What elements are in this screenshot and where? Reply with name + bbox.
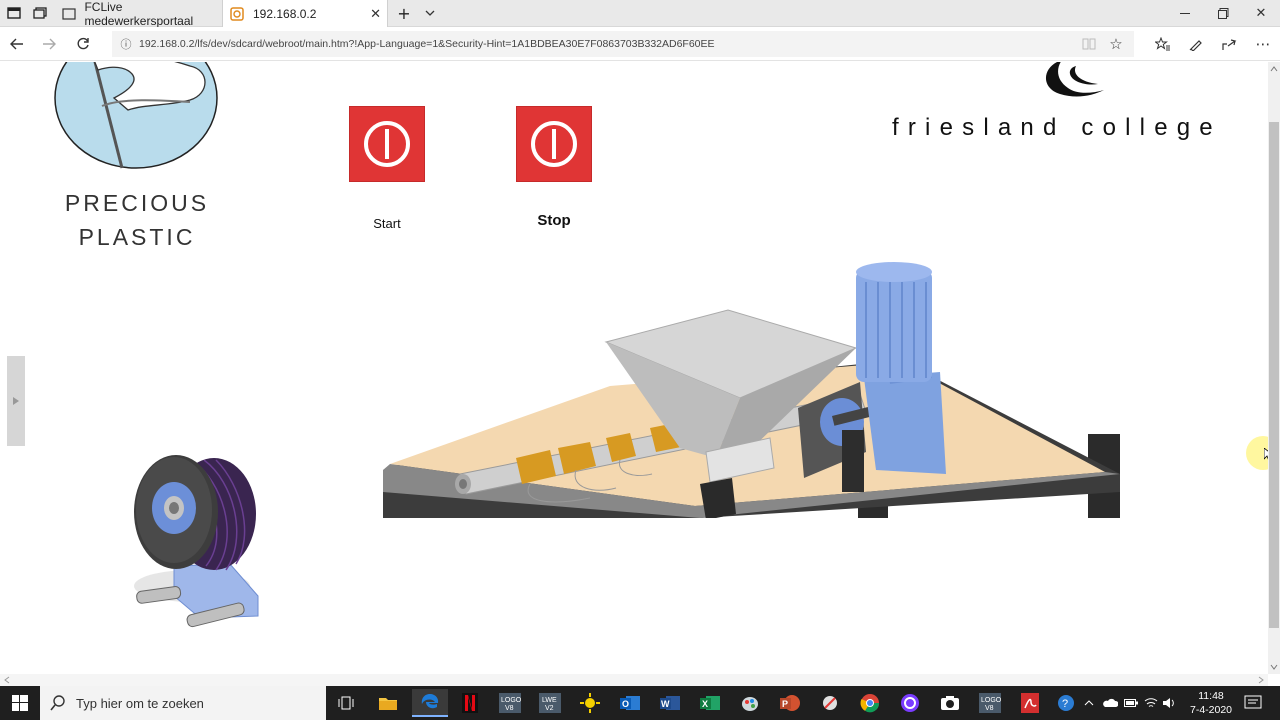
side-panel-handle[interactable]	[7, 356, 25, 446]
notifications-icon[interactable]	[1244, 686, 1262, 720]
help-icon[interactable]: ?	[1056, 686, 1076, 720]
browser-navbar: ⓘ 192.168.0.2/lfs/dev/sdcard/webroot/mai…	[0, 27, 1280, 61]
scroll-right-icon[interactable]	[1256, 674, 1266, 686]
restore-icon[interactable]	[1204, 0, 1242, 27]
new-tab-icon[interactable]: +	[394, 4, 414, 23]
svg-text:O: O	[622, 699, 629, 709]
file-explorer-icon[interactable]	[370, 689, 406, 717]
vertical-scrollbar[interactable]	[1268, 62, 1280, 674]
search-icon	[50, 695, 65, 711]
info-icon[interactable]: ⓘ	[113, 36, 139, 52]
filament-spooler-illustration	[130, 446, 270, 636]
windows-taskbar: Typ hier om te zoeken LOGO V8 LWE V2 O W X…	[0, 686, 1280, 720]
browser-titlebar: FCLive medewerkersportaal 192.168.0.2 ✕ …	[0, 0, 1280, 28]
refresh-icon[interactable]	[72, 34, 94, 54]
chevron-up-icon[interactable]	[1084, 686, 1094, 720]
precious-plastic-logo	[50, 62, 226, 172]
outlook-icon[interactable]: O	[612, 689, 648, 717]
netflix-icon[interactable]	[452, 689, 488, 717]
logo-v8-icon[interactable]: LOGO V8	[492, 689, 528, 717]
sun-app-icon[interactable]	[572, 689, 608, 717]
tabs-aside-icon[interactable]	[30, 4, 50, 22]
tab-fclive[interactable]: FCLive medewerkersportaal	[56, 0, 220, 28]
url-text: 192.168.0.2/lfs/dev/sdcard/webroot/main.…	[139, 38, 715, 50]
paint-icon[interactable]	[732, 689, 768, 717]
camera-icon[interactable]	[932, 689, 968, 717]
search-placeholder: Typ hier om te zoeken	[76, 695, 204, 711]
back-icon[interactable]	[6, 34, 28, 54]
pen-icon[interactable]	[1185, 34, 1207, 54]
chrome-icon[interactable]	[852, 689, 888, 717]
lwe-v2-icon[interactable]: LWE V2	[532, 689, 568, 717]
obs-icon[interactable]	[892, 689, 928, 717]
start-button[interactable]	[349, 106, 425, 182]
svg-text:W: W	[661, 699, 670, 709]
reading-view-icon[interactable]	[1078, 34, 1100, 54]
stop-button[interactable]	[516, 106, 592, 182]
svg-text:LWE: LWE	[542, 697, 557, 704]
clock-time: 11:48	[1198, 690, 1224, 702]
svg-text:V2: V2	[545, 705, 554, 712]
snip-sketch-icon[interactable]	[812, 689, 848, 717]
svg-text:V8: V8	[505, 705, 514, 712]
friesland-college-mark	[1036, 62, 1110, 102]
volume-icon[interactable]	[1162, 686, 1176, 720]
svg-text:LOGO: LOGO	[501, 697, 521, 704]
taskbar-clock[interactable]: 11:48 7-4-2020	[1186, 689, 1236, 717]
tab-title: 192.168.0.2	[253, 6, 317, 21]
power-icon	[531, 121, 577, 167]
powerpoint-icon[interactable]: P	[772, 689, 808, 717]
close-tab-icon[interactable]: ✕	[370, 6, 381, 22]
favorite-star-icon[interactable]: ☆	[1105, 34, 1127, 54]
forward-icon[interactable]	[38, 34, 60, 54]
excel-icon[interactable]: X	[692, 689, 728, 717]
close-window-icon[interactable]: ✕	[1242, 0, 1280, 27]
svg-text:P: P	[782, 699, 788, 709]
logo-v8-second-icon[interactable]: LOGO V8	[972, 689, 1008, 717]
page-icon	[62, 6, 76, 22]
logo-line-2: PLASTIC	[78, 224, 196, 250]
scroll-left-icon[interactable]	[2, 674, 12, 686]
extruder-machine-illustration	[380, 202, 1125, 520]
share-icon[interactable]	[1218, 34, 1240, 54]
address-bar[interactable]: ⓘ 192.168.0.2/lfs/dev/sdcard/webroot/mai…	[112, 31, 1134, 57]
horizontal-scrollbar[interactable]	[0, 674, 1268, 686]
scroll-up-icon[interactable]	[1268, 64, 1280, 74]
svg-text:V8: V8	[985, 705, 994, 712]
taskbar-search[interactable]: Typ hier om te zoeken	[40, 686, 326, 720]
svg-text:X: X	[702, 699, 708, 709]
windows-start-icon[interactable]	[2, 689, 38, 717]
task-view-icon[interactable]	[328, 689, 364, 717]
more-icon[interactable]: ⋯	[1252, 34, 1274, 54]
battery-icon[interactable]	[1124, 686, 1138, 720]
plc-webpage: PRECIOUS PLASTIC Start Stop friesland co…	[0, 62, 1268, 674]
word-icon[interactable]: W	[652, 689, 688, 717]
logo-line-1: PRECIOUS	[64, 190, 210, 216]
tab-actions-icon[interactable]	[4, 4, 24, 22]
chevron-right-icon	[13, 397, 19, 405]
tab-plc[interactable]: 192.168.0.2 ✕	[222, 0, 388, 27]
svg-text:?: ?	[1062, 698, 1068, 710]
clock-date: 7-4-2020	[1189, 704, 1233, 716]
chevron-down-icon[interactable]	[420, 4, 440, 22]
tab-title: FCLive medewerkersportaal	[84, 0, 194, 28]
friesland-college-text: friesland college	[892, 114, 1222, 141]
scroll-down-icon[interactable]	[1268, 662, 1280, 672]
edge-icon[interactable]	[412, 689, 448, 717]
acrobat-icon[interactable]	[1012, 689, 1048, 717]
onedrive-icon[interactable]	[1102, 686, 1118, 720]
svg-text:LOGO: LOGO	[981, 697, 1001, 704]
wifi-icon[interactable]	[1144, 686, 1158, 720]
scrollbar-thumb[interactable]	[1269, 122, 1279, 628]
minimize-icon[interactable]	[1166, 0, 1204, 27]
favorites-hub-icon[interactable]	[1152, 34, 1174, 54]
plc-favicon-icon	[229, 6, 245, 22]
power-icon	[364, 121, 410, 167]
